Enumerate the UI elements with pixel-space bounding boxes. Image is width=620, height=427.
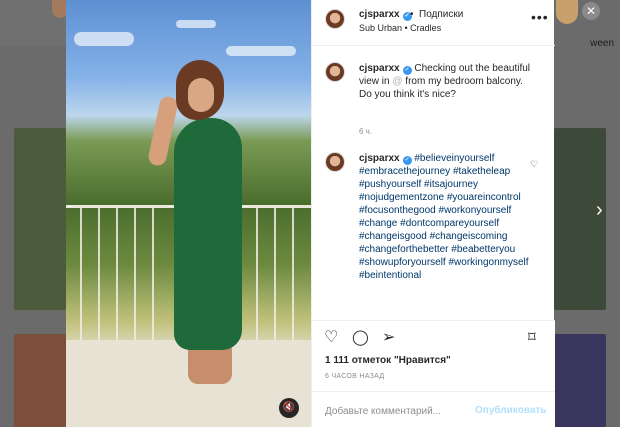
likes-count[interactable]: 1 111 отметок "Нравится" <box>325 355 451 366</box>
header-username[interactable]: cjsparxx ✓ <box>359 9 412 21</box>
background-card <box>554 334 606 427</box>
caption-mention[interactable]: @ <box>392 76 402 87</box>
comment-text: cjsparxx ✓ #believeinyourself #embracethe… <box>359 152 529 282</box>
comment-like-heart-icon[interactable]: ♡ <box>530 159 538 170</box>
post-video[interactable] <box>66 0 311 427</box>
verified-icon: ✓ <box>402 66 412 75</box>
next-post-icon[interactable]: › <box>596 200 603 220</box>
comment-hashtags[interactable]: #believeinyourself #embracethejourney #t… <box>359 153 529 281</box>
mute-icon[interactable]: 🔇 <box>279 398 299 418</box>
post-header: cjsparxx ✓ • Подписки Sub Urban • Cradles… <box>312 0 555 46</box>
figure-dress <box>174 118 242 350</box>
baluster <box>116 208 118 340</box>
background-card <box>14 334 66 427</box>
add-comment-input[interactable] <box>325 403 470 419</box>
post-actions: ♡ ◯ ➢ ⌑ 1 111 отметок "Нравится" 6 ЧАСОВ… <box>312 320 555 427</box>
comments-list[interactable]: cjsparxx ✓ #believeinyourself #embracethe… <box>325 152 540 318</box>
avatar[interactable] <box>325 9 345 29</box>
bookmark-icon[interactable]: ⌑ <box>528 329 536 347</box>
caption-username[interactable]: cjsparxx <box>359 63 400 74</box>
audio-track[interactable]: Sub Urban • Cradles <box>359 23 441 33</box>
baluster <box>98 208 100 340</box>
background-story-avatar <box>556 0 578 24</box>
post-date: 6 ЧАСОВ НАЗАД <box>325 373 385 380</box>
comment-username[interactable]: cjsparxx <box>359 153 400 164</box>
like-heart-icon[interactable]: ♡ <box>324 329 338 347</box>
background-story-label: ween <box>590 38 614 49</box>
caption-time: 6 ч. <box>359 127 373 136</box>
avatar[interactable] <box>325 62 345 82</box>
comment-icon[interactable]: ◯ <box>352 329 369 347</box>
follow-button[interactable]: Подписки <box>419 9 463 20</box>
baluster <box>152 208 154 340</box>
verified-icon: ✓ <box>402 156 412 165</box>
publish-button[interactable]: Опубликовать <box>475 405 546 416</box>
post-side-panel: cjsparxx ✓ • Подписки Sub Urban • Cradles… <box>311 0 555 427</box>
cloud <box>176 20 216 28</box>
figure-face <box>188 78 214 112</box>
cloud <box>74 32 134 46</box>
add-comment-bar: Опубликовать <box>312 391 555 427</box>
close-icon[interactable]: ✕ <box>582 2 600 20</box>
cloud <box>226 46 296 56</box>
baluster <box>256 208 258 340</box>
follow-separator: • <box>410 9 414 20</box>
baluster <box>134 208 136 340</box>
share-icon[interactable]: ➢ <box>382 329 395 347</box>
baluster <box>80 208 82 340</box>
baluster <box>292 208 294 340</box>
background-card <box>14 128 66 310</box>
baluster <box>274 208 276 340</box>
caption-text: cjsparxx ✓ Checking out the beautiful vie… <box>359 62 535 101</box>
ellipsis-icon[interactable]: ••• <box>531 9 549 25</box>
avatar[interactable] <box>325 152 345 172</box>
